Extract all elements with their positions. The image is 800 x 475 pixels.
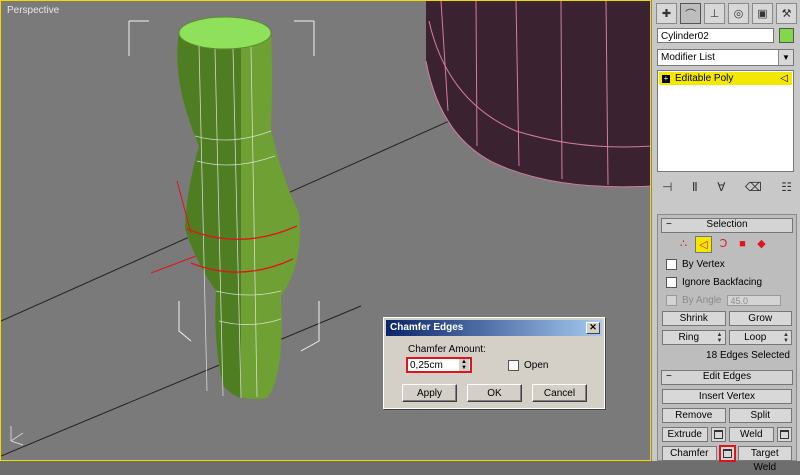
vertex-icon[interactable]: ∴ bbox=[676, 236, 691, 251]
selection-status: 18 Edges Selected bbox=[706, 350, 790, 361]
ok-button[interactable]: OK bbox=[467, 384, 522, 402]
extrude-button[interactable]: Extrude bbox=[662, 427, 708, 442]
utilities-icon[interactable]: ⚒ bbox=[776, 3, 797, 24]
open-label[interactable]: Open bbox=[524, 360, 548, 371]
grow-button[interactable]: Grow bbox=[728, 311, 792, 326]
by-vertex-row[interactable]: By Vertex bbox=[666, 257, 796, 271]
selection-rollout-header[interactable]: − Selection bbox=[661, 218, 793, 233]
perspective-viewport[interactable]: Perspective Chamfer Edges ✕ Chamfer Amou… bbox=[0, 0, 651, 461]
chamfer-amount-value[interactable]: 0,25cm bbox=[410, 360, 443, 372]
show-end-result-icon[interactable]: Ⅱ bbox=[692, 180, 698, 194]
element-icon[interactable]: ◆ bbox=[754, 236, 769, 251]
pin-stack-icon[interactable]: ⊣ bbox=[662, 180, 672, 194]
split-button[interactable]: Split bbox=[728, 408, 792, 423]
object-color-swatch[interactable] bbox=[779, 28, 794, 43]
angle-value-field[interactable]: 45.0 bbox=[727, 294, 782, 306]
stack-item-editable-poly[interactable]: + Editable Poly ◁ bbox=[659, 72, 792, 85]
by-vertex-label[interactable]: By Vertex bbox=[682, 259, 725, 270]
object-name-field[interactable]: Cylinder02 bbox=[657, 28, 774, 43]
modify-icon[interactable]: ⌒ bbox=[680, 3, 701, 24]
chamfer-settings-icon[interactable] bbox=[718, 445, 736, 462]
cancel-button[interactable]: Cancel bbox=[532, 384, 587, 402]
ring-spinner-icon[interactable]: ▲ ▼ bbox=[716, 332, 724, 344]
rollout-area: − Selection ∴ ◁ Ↄ ■ ◆ By Vertex Ignore B… bbox=[657, 214, 797, 473]
weld-button[interactable]: Weld bbox=[728, 427, 774, 442]
chamfer-amount-label: Chamfer Amount: bbox=[408, 344, 486, 355]
open-checkbox[interactable] bbox=[508, 360, 519, 371]
chamfer-amount-spinner[interactable]: 0,25cm ▲ ▼ bbox=[406, 357, 472, 373]
chamfer-button[interactable]: Chamfer bbox=[662, 446, 717, 461]
configure-sets-icon[interactable]: ☷ bbox=[781, 180, 792, 194]
command-tabs: ✚ ⌒ ⊥ ◎ ▣ ⚒ bbox=[656, 3, 797, 25]
remove-button[interactable]: Remove bbox=[662, 408, 726, 423]
create-icon[interactable]: ✚ bbox=[656, 3, 677, 24]
stack-item-label: Editable Poly bbox=[675, 73, 734, 84]
chamfer-edges-dialog[interactable]: Chamfer Edges ✕ Chamfer Amount: 0,25cm ▲… bbox=[383, 317, 605, 409]
modifier-list-dropdown[interactable]: Modifier List ▼ bbox=[657, 49, 794, 66]
edit-edges-rollout-title: Edit Edges bbox=[702, 371, 752, 382]
motion-icon[interactable]: ◎ bbox=[728, 3, 749, 24]
chevron-down-icon[interactable]: ▼ bbox=[778, 50, 793, 65]
make-unique-icon[interactable]: ∀ bbox=[717, 180, 725, 194]
ignore-backfacing-row[interactable]: Ignore Backfacing bbox=[666, 275, 796, 289]
polygon-icon[interactable]: ■ bbox=[735, 236, 750, 251]
collapse-icon[interactable]: − bbox=[666, 219, 672, 231]
by-angle-row[interactable]: By Angle 45.0 bbox=[666, 293, 796, 307]
remove-modifier-icon[interactable]: ⌫ bbox=[745, 180, 762, 194]
shrink-button[interactable]: Shrink bbox=[662, 311, 726, 326]
hierarchy-icon[interactable]: ⊥ bbox=[704, 3, 725, 24]
extrude-settings-icon[interactable] bbox=[710, 427, 726, 442]
open-checkbox-row[interactable]: Open bbox=[508, 360, 548, 371]
command-panel: ✚ ⌒ ⊥ ◎ ▣ ⚒ Cylinder02 Modifier List ▼ +… bbox=[651, 0, 800, 473]
by-angle-checkbox[interactable] bbox=[666, 294, 677, 306]
weld-settings-icon[interactable] bbox=[777, 427, 792, 442]
modifier-stack[interactable]: + Editable Poly ◁ bbox=[657, 70, 794, 172]
ring-button[interactable]: Ring ▲ ▼ bbox=[662, 330, 726, 345]
dialog-title-bar[interactable]: Chamfer Edges ✕ bbox=[386, 320, 602, 336]
modifier-list-label: Modifier List bbox=[661, 52, 715, 63]
expand-icon[interactable]: + bbox=[662, 74, 670, 83]
ignore-backfacing-label[interactable]: Ignore Backfacing bbox=[682, 277, 762, 288]
edge-icon[interactable]: ◁ bbox=[695, 236, 712, 253]
by-vertex-checkbox[interactable] bbox=[666, 258, 677, 270]
border-icon[interactable]: Ↄ bbox=[716, 236, 731, 251]
subobject-level-buttons: ∴ ◁ Ↄ ■ ◆ bbox=[676, 236, 796, 253]
loop-spinner-icon[interactable]: ▲ ▼ bbox=[782, 332, 790, 344]
collapse-icon[interactable]: − bbox=[666, 371, 672, 383]
by-angle-label[interactable]: By Angle bbox=[682, 295, 721, 306]
display-icon[interactable]: ▣ bbox=[752, 3, 773, 24]
ring-label: Ring bbox=[678, 332, 700, 343]
loop-button[interactable]: Loop ▲ ▼ bbox=[728, 330, 792, 345]
loop-label: Loop bbox=[744, 332, 767, 343]
spinner-arrows-icon[interactable]: ▲ ▼ bbox=[459, 359, 469, 371]
apply-button[interactable]: Apply bbox=[402, 384, 457, 402]
stack-toolbar: ⊣ Ⅱ ∀ ⌫ ☷ bbox=[662, 180, 792, 194]
target-weld-button[interactable]: Target Weld bbox=[737, 446, 792, 473]
dialog-title: Chamfer Edges bbox=[390, 322, 464, 333]
selection-rollout-title: Selection bbox=[706, 219, 748, 230]
edge-subobject-icon: ◁ bbox=[780, 73, 788, 84]
ignore-backfacing-checkbox[interactable] bbox=[666, 276, 677, 288]
close-icon[interactable]: ✕ bbox=[586, 322, 600, 334]
insert-vertex-button[interactable]: Insert Vertex bbox=[662, 389, 792, 404]
edit-edges-rollout-header[interactable]: − Edit Edges bbox=[661, 370, 793, 385]
